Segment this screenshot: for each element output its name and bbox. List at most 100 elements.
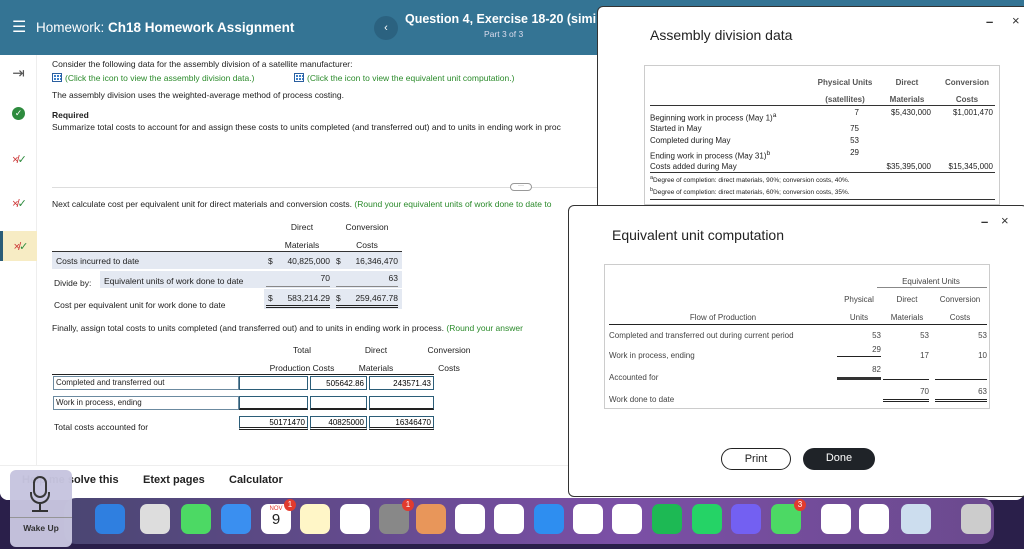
app-store-icon[interactable] xyxy=(534,504,564,534)
etext-pages-button[interactable]: Etext pages xyxy=(143,474,205,486)
units-value: 29 xyxy=(872,345,881,354)
col-header: Conversion xyxy=(939,295,981,304)
grammarly-icon[interactable] xyxy=(416,504,446,534)
row-label: Costs incurred to date xyxy=(56,256,140,266)
trash-icon[interactable] xyxy=(961,504,991,534)
dm-accounted-input[interactable] xyxy=(310,416,367,430)
done-button[interactable]: Done xyxy=(803,448,875,470)
viber-icon[interactable] xyxy=(731,504,761,534)
homework-label: Homework: xyxy=(36,20,105,35)
messages-icon[interactable] xyxy=(181,504,211,534)
footnote-a: aDegree of completion: direct materials,… xyxy=(650,175,850,185)
cc-accounted-input[interactable] xyxy=(369,416,434,430)
units-value: 7 xyxy=(854,108,859,117)
underline xyxy=(935,379,987,380)
question-3-status[interactable]: ×/✓ xyxy=(0,189,37,217)
partial-credit-icon: ×/✓ xyxy=(13,240,29,253)
print-button[interactable]: Print xyxy=(721,448,791,470)
footnote-a-text: Degree of completion: direct materials, … xyxy=(653,177,850,185)
calculator-button[interactable]: Calculator xyxy=(229,474,283,486)
row-label: Work in process, ending xyxy=(609,351,695,360)
col-header: Direct xyxy=(896,295,918,304)
step3-text: Finally, assign total costs to units com… xyxy=(52,323,523,333)
double-underline xyxy=(837,377,881,380)
calendar-day: 9 xyxy=(271,511,281,528)
col-header-dm-1: Direct xyxy=(290,222,314,232)
system-settings-icon[interactable]: 1 xyxy=(379,499,414,534)
step2-text: Next calculate cost per equivalent unit … xyxy=(52,199,551,209)
minimize-icon[interactable]: – xyxy=(981,214,988,229)
underline xyxy=(837,356,881,357)
col-header: Physical Units xyxy=(817,78,873,87)
photos-icon[interactable] xyxy=(340,504,370,534)
underline xyxy=(266,286,330,287)
expand-dots-button[interactable]: ··· xyxy=(510,183,532,191)
units-value: 53 xyxy=(872,331,881,340)
facetime-icon[interactable]: 3 xyxy=(771,499,806,534)
minimize-icon[interactable]: – xyxy=(986,14,993,29)
row-label: Work done to date xyxy=(609,395,675,404)
equivalent-unit-link[interactable]: (Click the icon to view the equivalent u… xyxy=(294,73,514,83)
wake-up-widget[interactable]: Wake Up xyxy=(10,470,72,547)
underline xyxy=(336,286,398,287)
intro-text: Consider the following data for the asse… xyxy=(52,59,353,69)
col-header-total-2: Production Costs xyxy=(269,363,335,373)
step2-hint: (Round your equivalent units of work don… xyxy=(354,199,552,209)
expand-arrow-icon[interactable]: ⇥ xyxy=(0,59,37,87)
chevron-left-icon[interactable]: ‹ xyxy=(374,16,398,40)
tableau-icon[interactable] xyxy=(612,504,642,534)
total-completed-input[interactable] xyxy=(239,376,308,390)
messenger-icon[interactable] xyxy=(455,504,485,534)
calendar-icon[interactable]: NOV 9 1 xyxy=(261,499,296,534)
col-header-cc-2: Costs xyxy=(356,240,378,250)
double-underline xyxy=(336,305,398,308)
bottom-toolbar: Help me solve this Etext pages Calculato… xyxy=(0,465,600,500)
modal-title: Equivalent unit computation xyxy=(612,227,784,243)
row-label: Completed and transferred out during cur… xyxy=(609,331,794,340)
teams-icon[interactable] xyxy=(494,504,524,534)
question-1-status[interactable]: ✓ xyxy=(0,99,37,127)
spotify-icon[interactable] xyxy=(652,504,682,534)
question-2-status[interactable]: ×/✓ xyxy=(0,145,37,173)
question-content: Consider the following data for the asse… xyxy=(52,55,612,465)
notification-badge: 1 xyxy=(284,499,296,511)
notes-icon[interactable] xyxy=(300,504,330,534)
hamburger-icon[interactable]: ☰ xyxy=(12,17,26,37)
double-underline xyxy=(883,399,929,402)
total-wip-input[interactable] xyxy=(239,396,308,410)
close-icon[interactable]: × xyxy=(1001,213,1009,228)
cc-wip-input[interactable] xyxy=(369,396,434,410)
assembly-data-link[interactable]: (Click the icon to view the assembly div… xyxy=(52,73,254,83)
col-header: Costs xyxy=(949,313,971,322)
safari-icon[interactable] xyxy=(95,504,125,534)
mail-icon[interactable] xyxy=(221,504,251,534)
header-rule xyxy=(52,374,434,375)
equivalent-unit-table: Equivalent Units Flow of Production Phys… xyxy=(604,264,990,409)
cc-value: 63 xyxy=(978,387,987,396)
cc-completed-input[interactable] xyxy=(369,376,434,390)
close-icon[interactable]: × xyxy=(1012,13,1020,28)
assembly-data-modal: Assembly division data – × Physical Unit… xyxy=(597,6,1024,211)
dm-costs-incurred: 40,825,000 xyxy=(287,256,330,266)
whatsapp-icon[interactable] xyxy=(692,504,722,534)
dm-completed-input[interactable] xyxy=(310,376,367,390)
dm-equiv-units: 70 xyxy=(320,273,330,283)
dm-value: 17 xyxy=(920,351,929,360)
header-rule xyxy=(650,105,995,106)
question-4-status[interactable]: ×/✓ xyxy=(0,231,37,261)
method-text: The assembly division uses the weighted-… xyxy=(52,90,344,100)
chrome-icon[interactable] xyxy=(573,504,603,534)
preview-icon[interactable] xyxy=(901,504,931,534)
word-icon[interactable] xyxy=(821,504,851,534)
double-underline xyxy=(935,399,987,402)
col-header-dm-2: Materials xyxy=(284,240,320,250)
partial-credit-icon: ×/✓ xyxy=(12,197,27,210)
outlook-icon[interactable] xyxy=(859,504,889,534)
cc-cost-per-unit: 259,467.78 xyxy=(355,293,398,303)
cc-costs-incurred: 16,346,470 xyxy=(355,256,398,266)
total-accounted-input[interactable] xyxy=(239,416,308,430)
row-label: Cost per equivalent unit for work done t… xyxy=(54,300,226,310)
dm-wip-input[interactable] xyxy=(310,396,367,410)
launchpad-icon[interactable] xyxy=(140,504,170,534)
divide-by-label: Divide by: xyxy=(54,278,92,288)
